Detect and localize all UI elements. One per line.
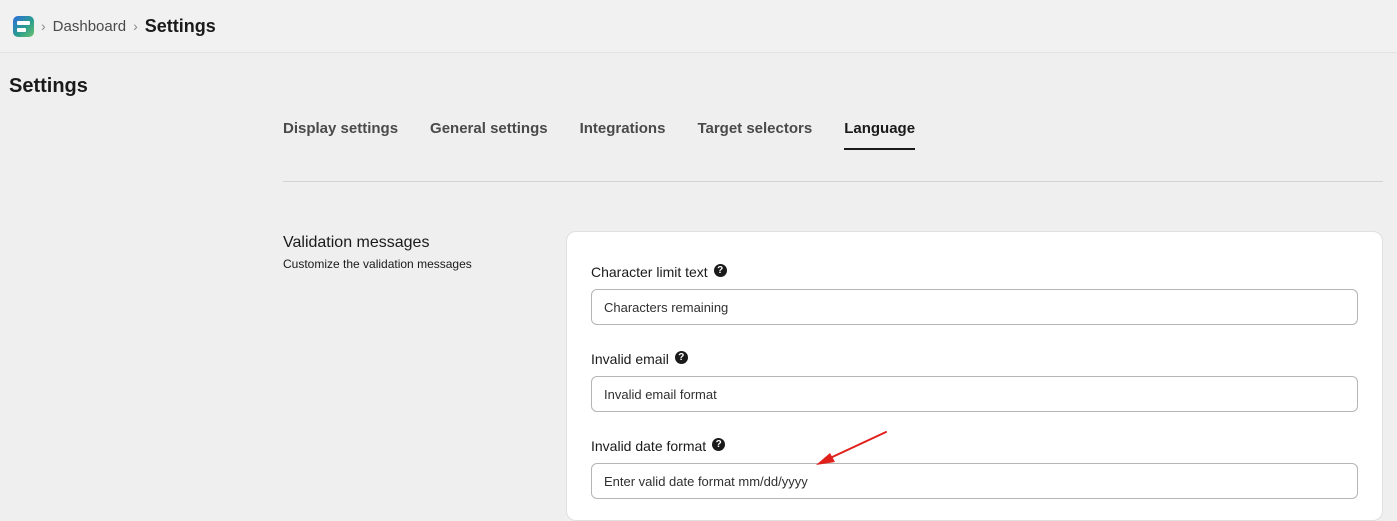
section-description: Customize the validation messages [283, 257, 472, 271]
invalid-email-label: Invalid email [591, 351, 669, 367]
breadcrumb-separator: › [133, 18, 138, 34]
question-circle-icon[interactable]: ? [713, 263, 727, 277]
question-circle-icon[interactable]: ? [712, 437, 726, 451]
question-circle-icon[interactable]: ? [674, 350, 688, 364]
settings-tabs: Display settings General settings Integr… [283, 114, 947, 150]
breadcrumb-separator: › [41, 18, 46, 34]
top-bar: › Dashboard › Settings [0, 0, 1397, 53]
breadcrumb-dashboard-link[interactable]: Dashboard [53, 18, 126, 35]
page-title: Settings [9, 75, 88, 97]
field-label: Invalid email ? [591, 349, 1358, 369]
tab-integrations[interactable]: Integrations [580, 114, 666, 150]
tab-general-settings[interactable]: General settings [430, 114, 548, 150]
character-limit-label: Character limit text [591, 264, 708, 280]
field-label: Invalid date format ? [591, 436, 1358, 456]
invalid-date-format-label: Invalid date format [591, 438, 707, 454]
tab-display-settings[interactable]: Display settings [283, 114, 398, 150]
character-limit-field: Character limit text ? [591, 262, 1358, 325]
tabs-divider [283, 181, 1383, 182]
tab-language[interactable]: Language [844, 114, 915, 150]
field-label: Character limit text ? [591, 262, 1358, 282]
invalid-date-format-field: Invalid date format ? [591, 436, 1358, 499]
invalid-email-input[interactable] [591, 376, 1358, 412]
invalid-date-format-input[interactable] [591, 463, 1358, 499]
character-limit-input[interactable] [591, 289, 1358, 325]
app-logo-icon[interactable] [13, 15, 34, 37]
section-heading: Validation messages [283, 234, 430, 251]
breadcrumb-current: Settings [144, 15, 216, 36]
validation-messages-card: Character limit text ? Invalid email ? I… [566, 231, 1383, 521]
tab-target-selectors[interactable]: Target selectors [697, 114, 812, 150]
invalid-email-field: Invalid email ? [591, 349, 1358, 412]
